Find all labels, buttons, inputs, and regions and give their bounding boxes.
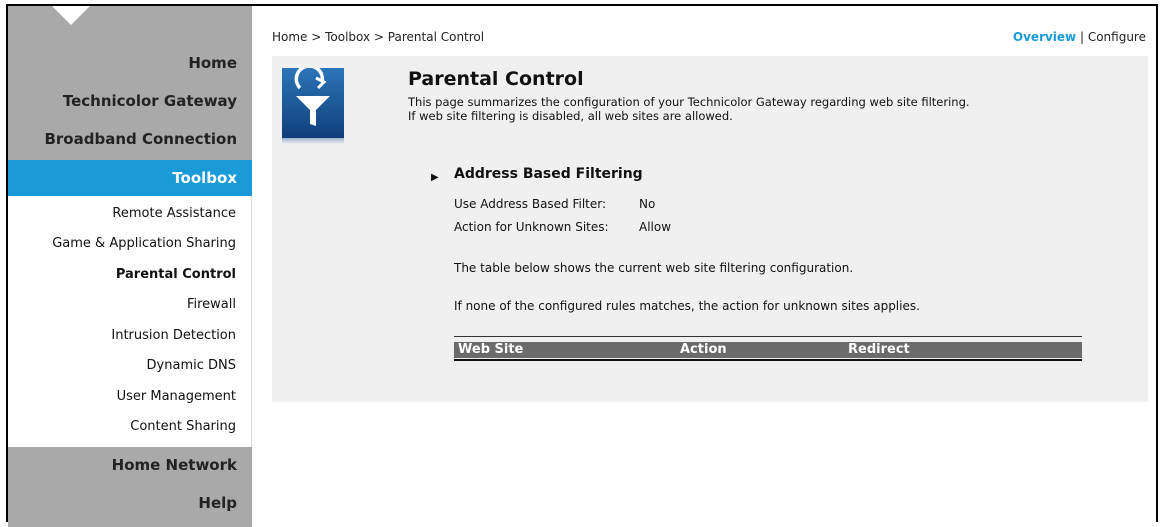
sidebar-item-intrusion-detection[interactable]: Intrusion Detection <box>111 328 236 343</box>
sidebar-item-content-sharing[interactable]: Content Sharing <box>130 419 236 434</box>
nav-home-network[interactable]: Home Network <box>112 456 237 474</box>
sidebar-item-parental-control[interactable]: Parental Control <box>116 267 236 282</box>
logo-reflection <box>282 138 344 144</box>
notch-decoration <box>52 6 90 25</box>
parental-filter-icon <box>282 64 344 138</box>
table-bottom-border <box>454 359 1082 361</box>
section-title: Address Based Filtering <box>454 166 643 182</box>
column-action: Action <box>680 342 727 357</box>
view-links: Overview | Configure <box>1013 30 1146 44</box>
configure-link[interactable]: Configure <box>1088 30 1146 44</box>
use-filter-label: Use Address Based Filter: <box>454 197 607 211</box>
sidebar-main-nav: Home Technicolor Gateway Broadband Conne… <box>8 6 252 196</box>
use-filter-value: No <box>639 197 656 211</box>
filter-table-header: Web Site Action Redirect <box>454 342 1082 358</box>
sidebar-item-dynamic-dns[interactable]: Dynamic DNS <box>147 358 236 373</box>
link-separator: | <box>1076 30 1088 44</box>
content-panel: Parental Control This page summarizes th… <box>272 56 1148 402</box>
unknown-sites-label: Action for Unknown Sites: <box>454 220 609 234</box>
unknown-rule-text: If none of the configured rules matches,… <box>454 299 920 313</box>
nav-broadband-connection[interactable]: Broadband Connection <box>44 130 237 148</box>
table-top-border <box>454 336 1082 337</box>
nav-home[interactable]: Home <box>188 54 237 72</box>
nav-technicolor-gateway[interactable]: Technicolor Gateway <box>63 92 237 110</box>
breadcrumb: Home > Toolbox > Parental Control <box>272 30 485 44</box>
overview-link[interactable]: Overview <box>1013 30 1076 44</box>
sidebar: Home Technicolor Gateway Broadband Conne… <box>8 6 252 527</box>
sidebar-item-firewall[interactable]: Firewall <box>187 297 236 312</box>
nav-help[interactable]: Help <box>198 494 237 512</box>
description-line-2: If web site filtering is disabled, all w… <box>408 109 733 123</box>
page-title: Parental Control <box>408 68 584 90</box>
sidebar-item-user-management[interactable]: User Management <box>117 389 236 404</box>
sidebar-bottom-nav: Home Network Help <box>8 447 252 527</box>
triangle-right-icon: ▶ <box>431 172 439 183</box>
column-redirect: Redirect <box>848 342 910 357</box>
nav-toolbox[interactable]: Toolbox <box>8 160 252 196</box>
table-intro-text: The table below shows the current web si… <box>454 261 854 275</box>
sidebar-item-remote-assistance[interactable]: Remote Assistance <box>112 206 236 221</box>
sidebar-sub-nav: Remote Assistance Game & Application Sha… <box>8 196 252 447</box>
column-web-site: Web Site <box>458 342 524 357</box>
unknown-sites-value: Allow <box>639 220 672 234</box>
description-line-1: This page summarizes the configuration o… <box>408 95 970 109</box>
sidebar-item-game-application-sharing[interactable]: Game & Application Sharing <box>52 236 236 251</box>
